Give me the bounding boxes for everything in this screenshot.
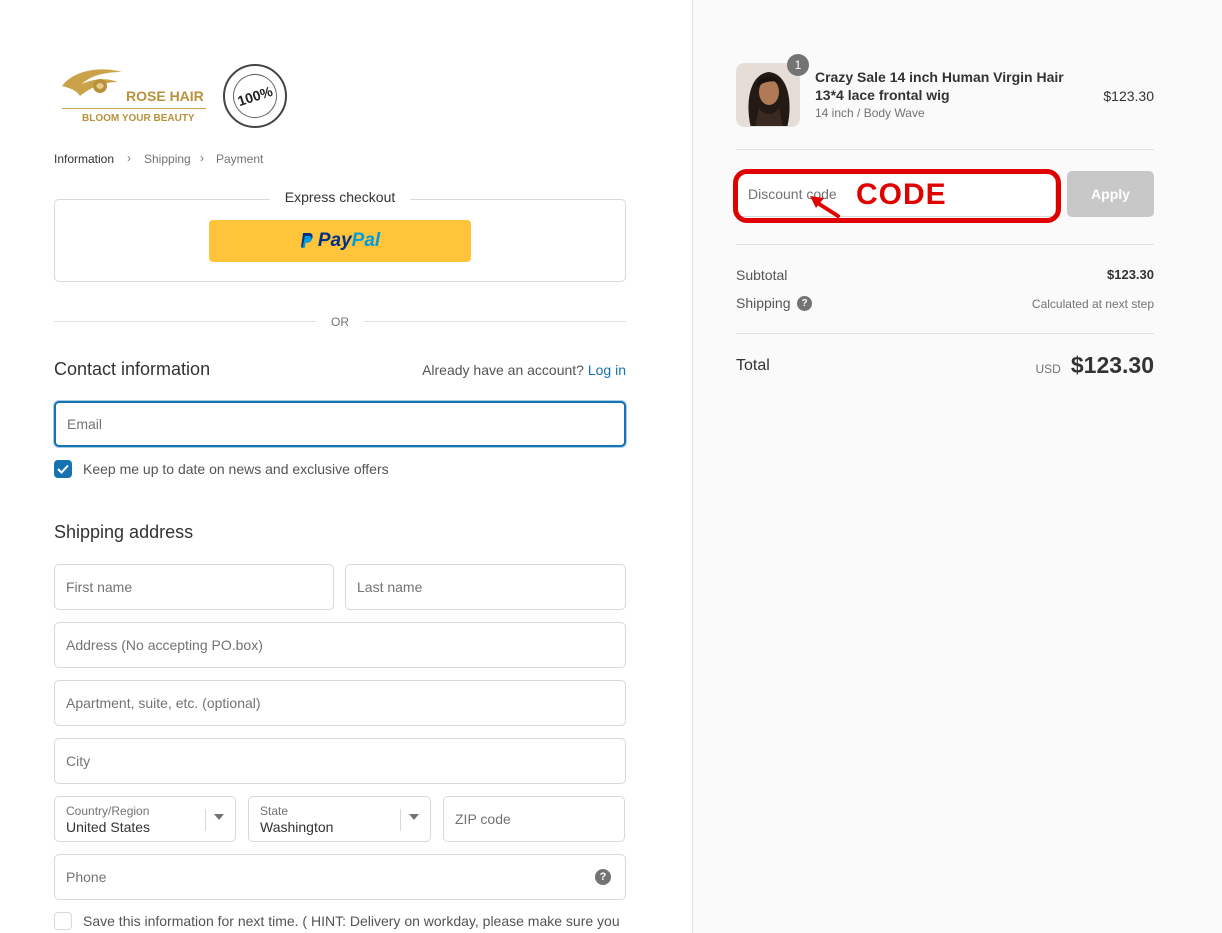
or-label: OR — [331, 315, 349, 329]
help-icon[interactable]: ? — [595, 869, 611, 885]
zip-input[interactable] — [444, 797, 624, 841]
breadcrumb-payment: Payment — [216, 152, 264, 166]
paypal-button[interactable]: Pay Pal — [209, 220, 471, 262]
country-select[interactable]: Country/Region United States — [54, 796, 236, 842]
paypal-label-dark: Pay — [317, 230, 352, 251]
brand-name: ROSE HAIR — [126, 88, 204, 104]
summary-divider — [736, 149, 1154, 150]
country-value: United States — [66, 819, 151, 835]
login-link[interactable]: Log in — [588, 362, 626, 378]
chevron-down-icon — [214, 814, 224, 820]
product-title: Crazy Sale 14 inch Human Virgin Hair 13*… — [815, 69, 1064, 103]
last-name-field[interactable] — [345, 564, 626, 610]
newsletter-checkbox[interactable] — [54, 460, 72, 478]
currency-code: USD — [1035, 362, 1061, 376]
shipping-value: Calculated at next step — [1031, 297, 1154, 311]
subtotal-value: $123.30 — [1107, 267, 1154, 282]
account-prompt-text: Already have an account? — [422, 362, 584, 378]
natural-hair-seal: 100% — [223, 64, 287, 128]
select-divider — [400, 809, 401, 831]
total-value: $123.30 — [1070, 352, 1154, 378]
brand-tagline: BLOOM YOUR BEAUTY — [82, 113, 195, 124]
address-field[interactable] — [54, 622, 626, 668]
paypal-label-light: Pal — [351, 230, 381, 251]
last-name-input[interactable] — [346, 565, 625, 609]
product-variant: 14 inch / Body Wave — [815, 106, 925, 120]
select-divider — [205, 809, 206, 831]
checkout-main: ROSE HAIR BLOOM YOUR BEAUTY 100% Informa… — [0, 0, 692, 933]
save-info-checkbox[interactable] — [54, 912, 72, 930]
brand-underline — [62, 108, 206, 109]
brand-logo[interactable]: ROSE HAIR BLOOM YOUR BEAUTY — [60, 64, 210, 128]
quantity-badge: 1 — [787, 54, 809, 76]
summary-divider — [736, 244, 1154, 245]
rose-wing-icon — [62, 69, 122, 96]
breadcrumb-information[interactable]: Information — [54, 152, 114, 166]
subtotal-label: Subtotal — [736, 267, 788, 283]
first-name-field[interactable] — [54, 564, 334, 610]
phone-field[interactable]: ? — [54, 854, 626, 900]
city-input[interactable] — [55, 739, 625, 783]
paypal-icon — [300, 233, 313, 248]
order-summary — [692, 0, 1222, 933]
express-checkout-title: Express checkout — [270, 189, 410, 205]
shipping-label: Shipping — [736, 295, 791, 311]
city-field[interactable] — [54, 738, 626, 784]
newsletter-label: Keep me up to date on news and exclusive… — [83, 461, 389, 477]
checkmark-icon — [57, 464, 69, 474]
contact-heading: Contact information — [54, 359, 211, 379]
first-name-input[interactable] — [55, 565, 333, 609]
zip-field[interactable] — [443, 796, 625, 842]
or-divider-left — [54, 321, 316, 322]
total-label: Total — [736, 357, 770, 374]
breadcrumb-shipping[interactable]: Shipping — [144, 152, 191, 166]
apartment-field[interactable] — [54, 680, 626, 726]
chevron-right-icon: › — [127, 151, 131, 165]
email-field[interactable] — [54, 401, 626, 447]
state-select[interactable]: State Washington — [248, 796, 431, 842]
product-price: $123.30 — [1103, 88, 1154, 104]
apartment-input[interactable] — [55, 681, 625, 725]
shipping-heading: Shipping address — [54, 522, 194, 542]
country-label: Country/Region — [66, 804, 150, 818]
apply-button[interactable]: Apply — [1067, 171, 1154, 217]
save-info-label: Save this information for next time. ( H… — [83, 913, 620, 929]
annotation-label: CODE — [856, 178, 947, 211]
state-value: Washington — [260, 819, 334, 835]
summary-divider — [736, 333, 1154, 334]
chevron-down-icon — [409, 814, 419, 820]
seal-center: 100% — [227, 68, 283, 124]
phone-input[interactable] — [55, 855, 625, 899]
annotation-arrow-icon — [810, 196, 840, 218]
or-divider-right — [364, 321, 626, 322]
state-label: State — [260, 804, 289, 818]
address-input[interactable] — [55, 623, 625, 667]
email-input[interactable] — [56, 403, 624, 445]
total-amount: USD $123.30 — [1036, 352, 1154, 379]
chevron-right-icon: › — [200, 151, 204, 165]
help-icon[interactable]: ? — [797, 296, 812, 311]
account-prompt: Already have an account? Log in — [422, 362, 626, 378]
